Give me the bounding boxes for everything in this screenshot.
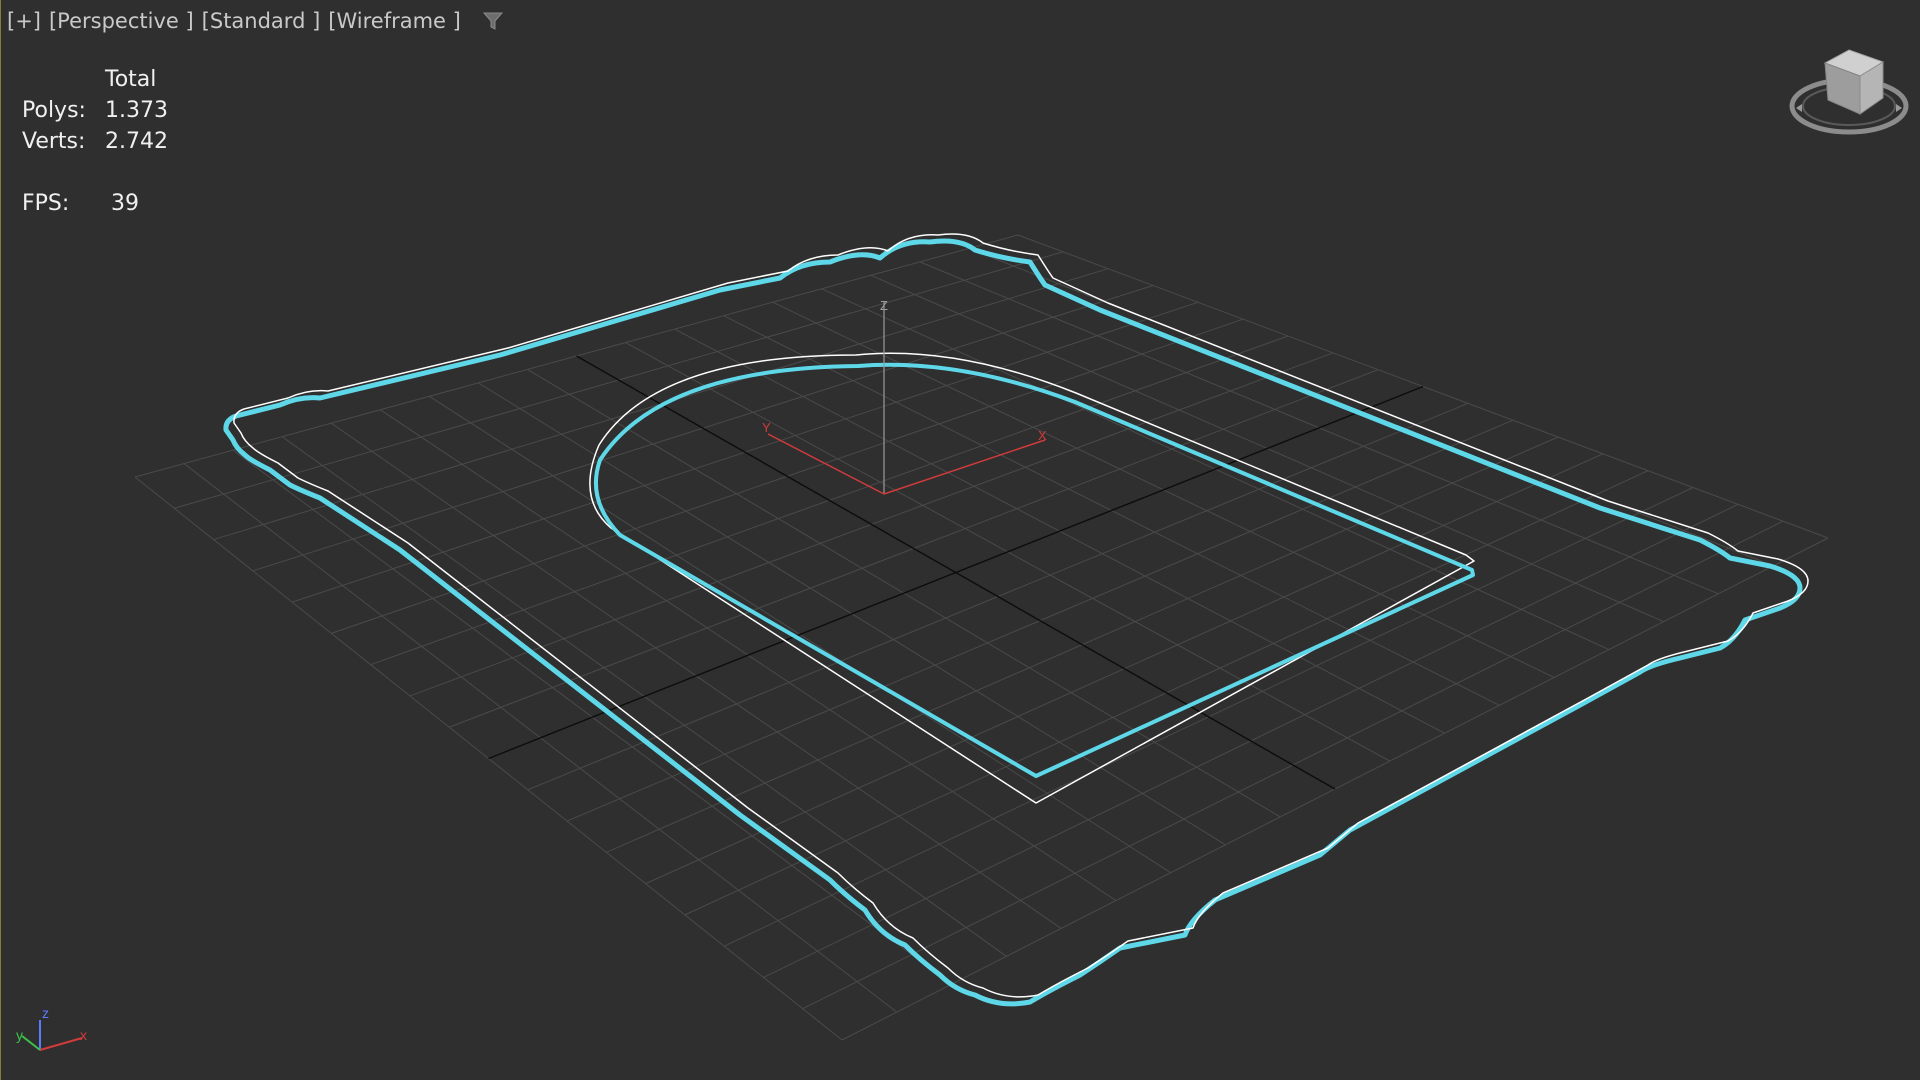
polys-label: Polys: [22,98,86,123]
verts-label: Verts: [22,129,86,154]
tripod-y-label: y [16,1027,23,1043]
gizmo-y-label: Y [762,420,771,435]
statistics-overlay: Total Polys: 1.373 Verts: 2.742 FPS: 39 [22,64,168,219]
fps-value: 39 [111,191,139,216]
view-point-label[interactable]: [Perspective ] [48,9,195,33]
world-axis-tripod: z x y [16,1005,87,1051]
funnel-icon[interactable] [482,10,504,32]
scene-canvas[interactable]: Z X Y [0,0,1920,1080]
tripod-z-label: z [42,1005,49,1021]
shading-preset-label[interactable]: [Standard ] [201,9,322,33]
viewport-label-menu: [+] [Perspective ] [Standard ] [Wirefram… [6,4,504,38]
inner-arch-shape[interactable] [589,352,1475,804]
gizmo-x-label: X [1038,428,1047,443]
fps-label: FPS: [22,191,70,216]
display-mode-label[interactable]: [Wireframe ] [327,9,462,33]
gizmo-z-label: Z [880,298,888,313]
viewport-menu-button[interactable]: [+] [6,9,42,33]
stats-header: Total [105,67,157,92]
perspective-viewport[interactable]: Z X Y [+] [Perspective ] [Standard ] [Wi… [0,0,1920,1080]
viewcube[interactable] [1788,46,1910,140]
outer-frame-shape[interactable] [223,233,1809,1007]
polys-value: 1.373 [105,98,168,123]
verts-value: 2.742 [105,129,168,154]
tripod-x-label: x [80,1027,87,1043]
home-grid [134,234,1829,1041]
